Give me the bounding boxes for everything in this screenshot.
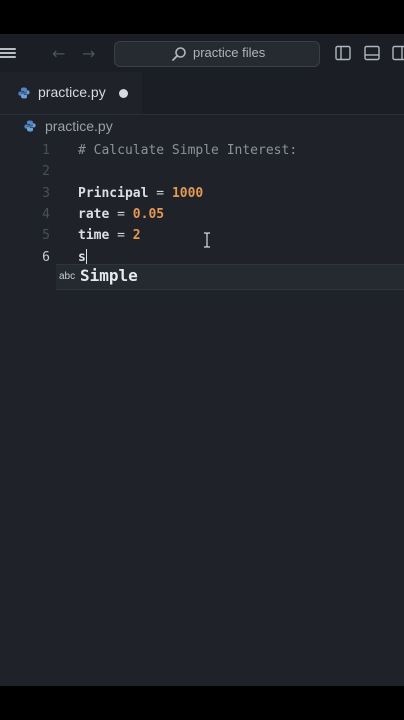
tab-bar: practice.py: [0, 72, 404, 115]
assignment-statement: time = 2: [78, 225, 141, 246]
word-suggestion-icon: abc: [59, 271, 76, 282]
tab-practice-py[interactable]: practice.py: [0, 72, 142, 114]
assignment-statement: Principal = 1000: [78, 183, 203, 204]
variable-name: Principal: [78, 186, 149, 201]
search-icon: [172, 47, 186, 61]
code-line[interactable]: 1 # Calculate Simple Interest:: [0, 140, 404, 161]
line-number: 4: [42, 207, 50, 222]
tab-label: practice.py: [38, 84, 106, 100]
title-bar: ← → practice files: [0, 34, 404, 72]
operator: =: [148, 186, 172, 201]
comment-text: # Calculate Simple Interest:: [78, 143, 298, 158]
typed-text: s: [78, 250, 86, 265]
operator: =: [109, 207, 133, 222]
layout-icon[interactable]: [392, 45, 404, 61]
split-editor-icon[interactable]: [335, 45, 351, 61]
ibeam-cursor-icon: [204, 232, 210, 248]
breadcrumb-file[interactable]: practice.py: [45, 118, 113, 134]
variable-name: time: [78, 228, 110, 243]
code-line[interactable]: 3 Principal = 1000: [0, 183, 404, 204]
line-number: 1: [42, 143, 50, 158]
back-arrow-icon[interactable]: ←: [52, 44, 65, 63]
search-text: practice files: [193, 45, 266, 60]
line-number: 5: [42, 228, 50, 243]
assignment-statement: rate = 0.05: [78, 204, 164, 225]
autocomplete-item[interactable]: Simple: [80, 266, 138, 285]
code-line[interactable]: 2: [0, 161, 404, 182]
text-cursor: [85, 249, 88, 264]
line-number: 2: [42, 164, 50, 179]
variable-name: rate: [78, 207, 110, 222]
number-literal: 1000: [171, 186, 204, 201]
breadcrumb: practice.py: [0, 115, 404, 137]
forward-arrow-icon[interactable]: →: [82, 44, 95, 63]
autocomplete-popup[interactable]: abc Simple: [56, 264, 404, 290]
toggle-panel-icon[interactable]: [364, 45, 380, 61]
operator: =: [109, 228, 133, 243]
line-number: 3: [42, 186, 50, 201]
number-literal: 2: [132, 228, 141, 243]
code-line[interactable]: 4 rate = 0.05: [0, 204, 404, 225]
python-file-icon: [18, 87, 30, 99]
line-number: 6: [42, 250, 50, 265]
code-line[interactable]: 5 time = 2: [0, 225, 404, 246]
python-file-icon: [24, 120, 36, 132]
number-literal: 0.05: [132, 207, 165, 222]
menu-icon[interactable]: [0, 48, 16, 58]
unsaved-dot-icon[interactable]: [119, 89, 128, 98]
command-search-box[interactable]: practice files: [114, 41, 320, 67]
editor-window: ← → practice files practice.py practice.…: [0, 34, 404, 686]
